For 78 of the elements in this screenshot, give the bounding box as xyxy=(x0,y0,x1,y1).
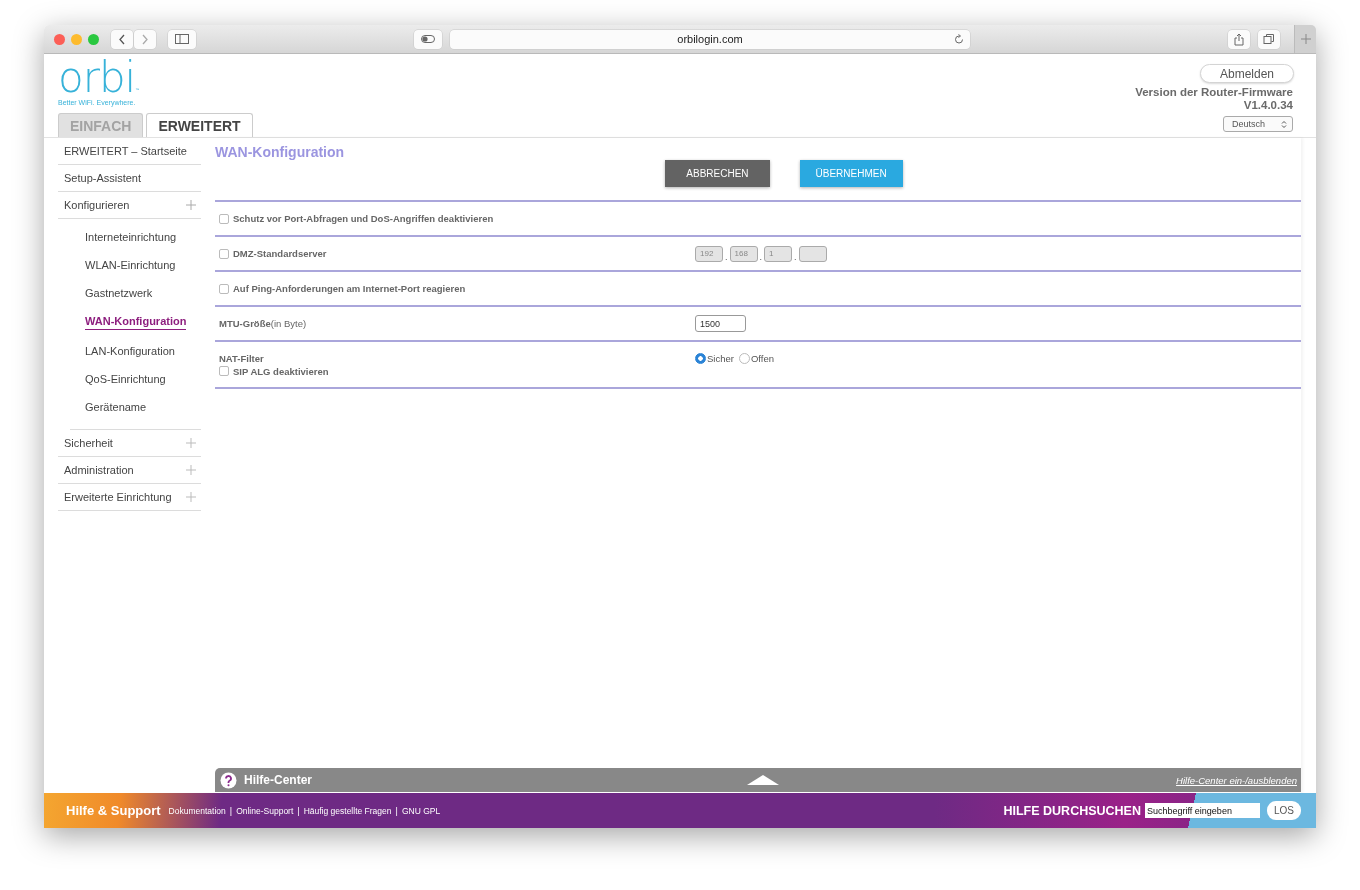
field-label: NAT-Filter xyxy=(219,352,265,364)
checkbox-label: SIP ALG deaktivieren xyxy=(233,365,329,377)
address-field[interactable]: orbilogin.com xyxy=(450,29,970,49)
share-button[interactable] xyxy=(1228,29,1250,49)
ip-separator: . xyxy=(725,252,728,262)
plus-icon xyxy=(186,465,196,475)
radio-label: Offen xyxy=(750,352,774,364)
link-separator: | xyxy=(229,805,233,816)
updown-icon xyxy=(1281,119,1287,129)
tabs-button[interactable] xyxy=(1258,29,1280,49)
share-icon xyxy=(1234,32,1244,46)
footer-title: Hilfe & Support xyxy=(66,803,161,818)
checkbox[interactable] xyxy=(219,283,229,294)
back-icon xyxy=(118,33,126,45)
action-button[interactable]: ABBRECHEN xyxy=(665,160,770,187)
help-center-title: Hilfe-Center xyxy=(244,773,312,787)
zoom-icon[interactable] xyxy=(88,33,99,45)
sidebar-subitem[interactable]: LAN-Konfiguration xyxy=(85,345,175,357)
radio-button[interactable] xyxy=(738,352,750,364)
footer-link[interactable]: Dokumentation xyxy=(168,805,226,816)
sidebar-subitem[interactable]: WLAN-Einrichtung xyxy=(85,259,176,271)
sidebar-subitem[interactable]: WAN-Konfiguration xyxy=(85,314,187,330)
footer-link[interactable]: Häufig gestellte Fragen xyxy=(303,805,392,816)
search-button[interactable]: LOS xyxy=(1267,801,1301,820)
sidebar-subitem[interactable]: Gastnetzwerk xyxy=(85,287,153,299)
checkbox-label: Auf Ping-Anforderungen am Internet-Port reagieren xyxy=(233,283,466,294)
checkbox[interactable] xyxy=(219,213,229,224)
ip-separator: . xyxy=(759,252,763,262)
logo: orbi xyxy=(58,60,136,96)
reload-icon[interactable] xyxy=(954,33,964,45)
language-select[interactable]: Deutsch xyxy=(1223,116,1293,132)
tabs-icon xyxy=(1263,33,1275,45)
radio-label: Sicher xyxy=(707,352,734,364)
ip-separator: . xyxy=(794,252,797,262)
help-toggle-link[interactable]: Hilfe-Center ein-/ausblenden xyxy=(797,774,1297,786)
reader-toggle-button[interactable] xyxy=(414,29,442,49)
plus-icon xyxy=(186,438,196,448)
footer-link[interactable]: Online-Support xyxy=(236,805,294,816)
sidebar-icon xyxy=(175,34,189,44)
plus-icon xyxy=(186,200,196,210)
checkbox[interactable] xyxy=(219,248,229,259)
tab[interactable]: ERWEITERT xyxy=(146,113,253,137)
search-label: HILFE DURCHSUCHEN xyxy=(1003,803,1141,818)
search-field[interactable]: Suchbegriff eingeben xyxy=(1145,803,1260,818)
plus-icon xyxy=(1300,34,1311,44)
sidebar-item[interactable]: Sicherheit xyxy=(58,430,201,457)
back-button[interactable] xyxy=(111,29,133,49)
sidebar-subitem[interactable]: QoS-Einrichtung xyxy=(85,373,166,385)
firmware-version: V1.4.0.34 xyxy=(1243,99,1293,112)
sidebar-button[interactable] xyxy=(168,29,196,49)
sidebar-item[interactable]: Erweiterte Einrichtung xyxy=(58,484,201,511)
close-icon[interactable] xyxy=(54,33,65,45)
sidebar-item[interactable]: ERWEITERT – Startseite xyxy=(58,138,201,165)
checkbox-label: Schutz vor Port-Abfragen und DoS-Angriffen deaktivieren xyxy=(233,213,494,224)
forward-icon xyxy=(141,33,149,45)
logout-button[interactable]: Abmelden xyxy=(1199,64,1294,83)
radio-button[interactable] xyxy=(695,352,706,364)
new-tab-button[interactable] xyxy=(1294,25,1316,53)
checkbox-label: DMZ-Standardserver xyxy=(233,248,327,259)
link-separator: | xyxy=(395,805,398,816)
link-separator: | xyxy=(297,805,300,816)
help-icon xyxy=(220,771,237,789)
field-label: MTU-Größe(in Byte) xyxy=(219,318,308,329)
plus-icon xyxy=(186,492,196,502)
footer-link[interactable]: GNU GPL xyxy=(401,805,441,816)
checkbox[interactable] xyxy=(219,366,229,376)
toggle-icon xyxy=(421,35,435,43)
sidebar-item[interactable]: Administration xyxy=(58,457,201,484)
firmware-label: Version der Router-Firmware xyxy=(1135,86,1293,99)
page-title: WAN-Konfiguration xyxy=(215,144,346,160)
expand-arrow-icon[interactable] xyxy=(746,775,779,785)
minimize-icon[interactable] xyxy=(71,33,82,45)
mtu-field[interactable]: 1500 xyxy=(695,315,746,332)
forward-button[interactable] xyxy=(134,29,156,49)
sidebar-subitem[interactable]: Interneteinrichtung xyxy=(85,231,177,243)
sidebar-item[interactable]: Setup-Assistent xyxy=(58,165,201,192)
sidebar-item[interactable]: Konfigurieren xyxy=(58,192,201,219)
sidebar-subitem[interactable]: Gerätename xyxy=(85,401,147,413)
